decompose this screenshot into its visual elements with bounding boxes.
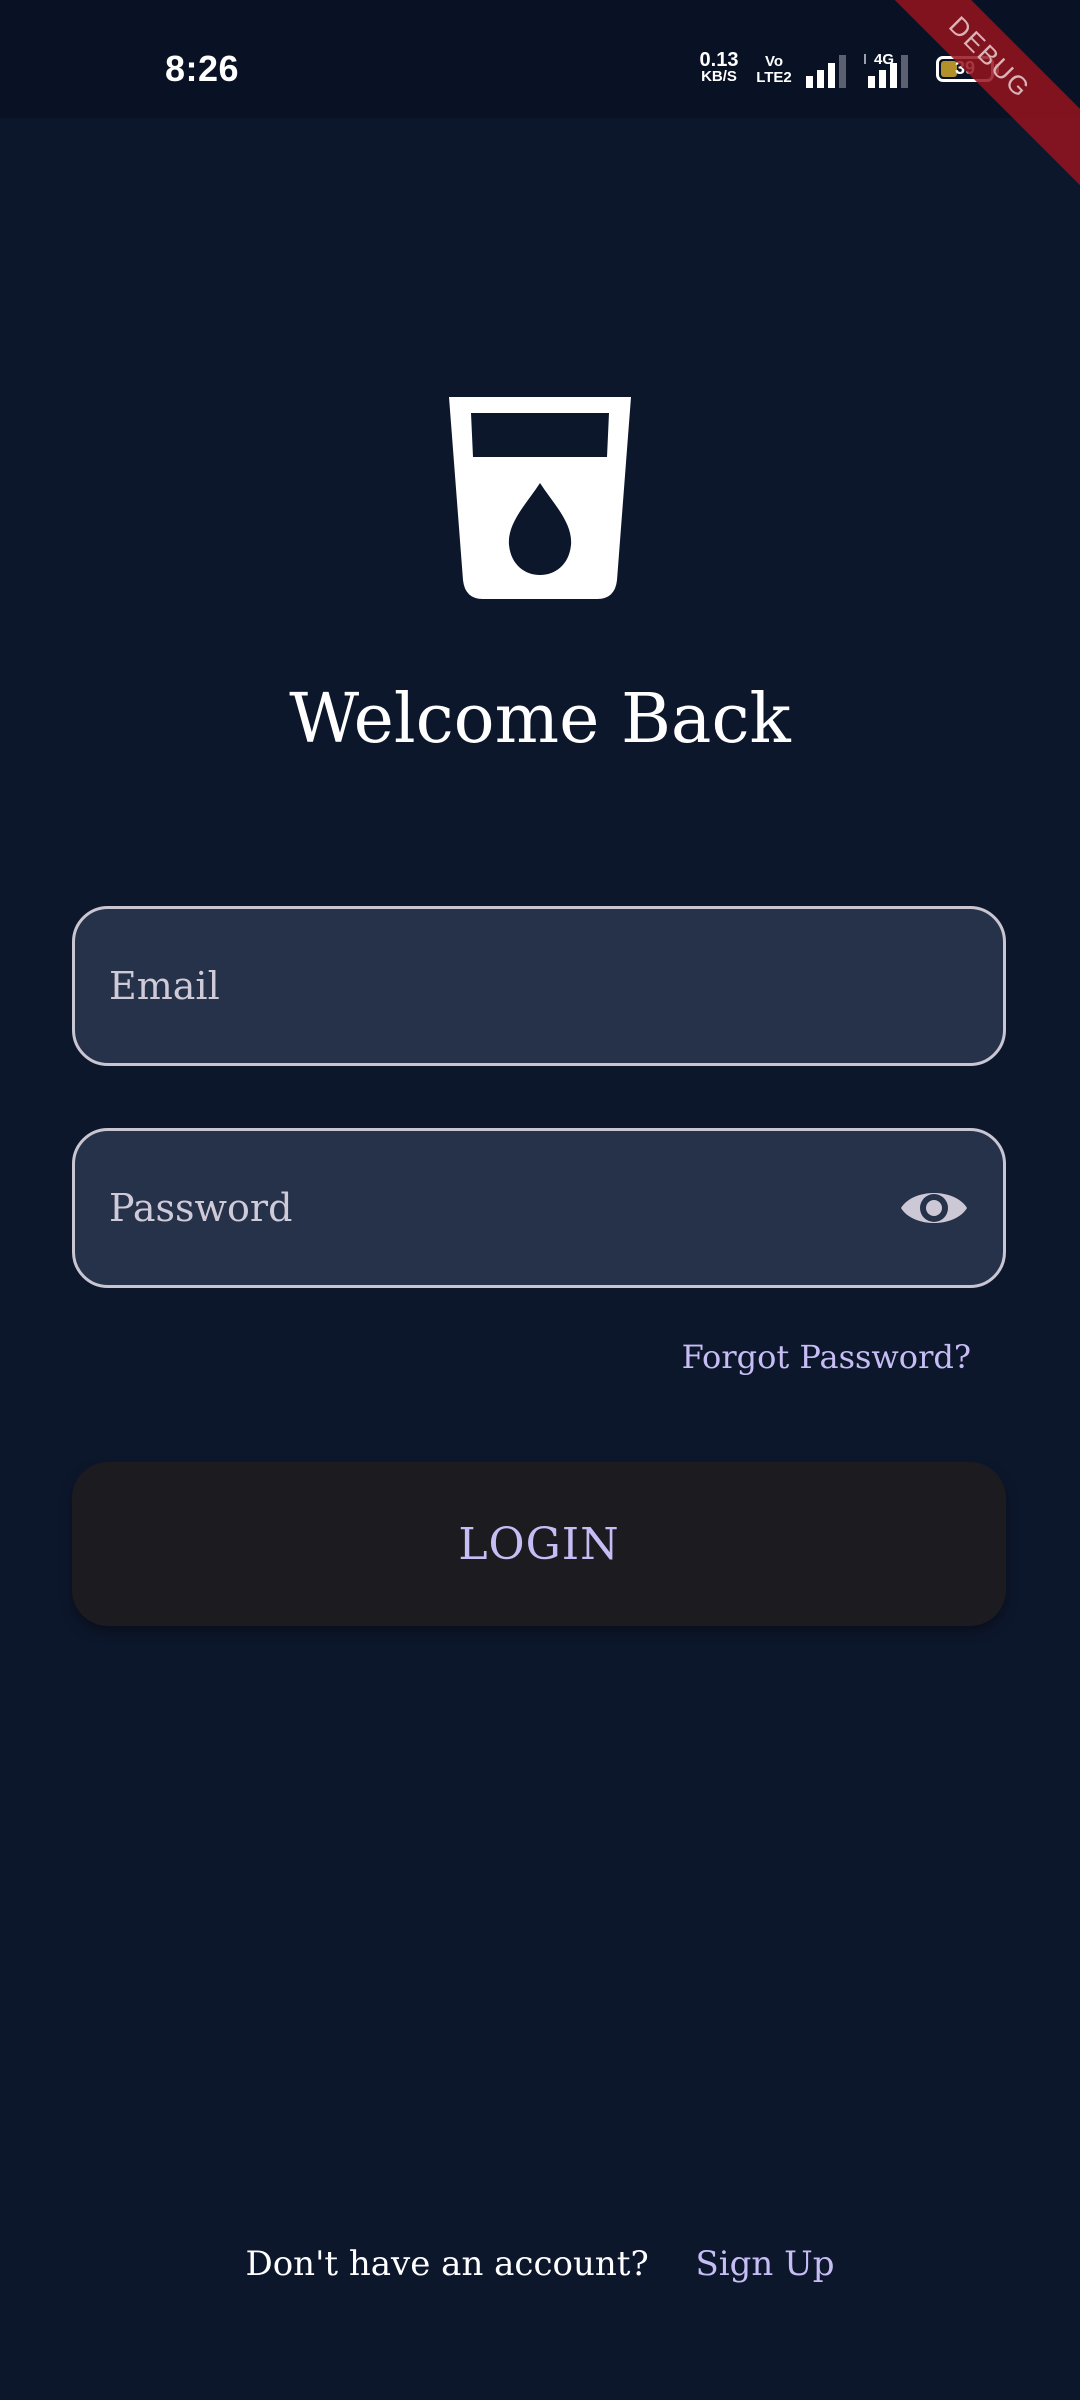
email-field[interactable] xyxy=(72,906,1006,1066)
email-input[interactable] xyxy=(109,909,929,1063)
network-speed: 0.13 KB/S xyxy=(694,50,744,85)
signup-link[interactable]: Sign Up xyxy=(696,2244,835,2284)
network-speed-unit: KB/S xyxy=(701,68,737,85)
login-button[interactable]: LOGIN xyxy=(72,1462,1006,1626)
status-time: 8:26 xyxy=(165,48,240,89)
volte-label-bottom: LTE2 xyxy=(756,69,792,86)
password-field[interactable] xyxy=(72,1128,1006,1288)
water-glass-icon xyxy=(449,397,631,599)
signup-row: Don't have an account? Sign Up xyxy=(0,2244,1080,2284)
signup-prompt: Don't have an account? xyxy=(245,2244,649,2284)
eye-icon[interactable] xyxy=(899,1180,969,1236)
volte-label-top: Vo xyxy=(764,53,784,70)
signal-strength-icon xyxy=(806,55,846,88)
signal-4g-icon: 4G xyxy=(864,51,908,88)
forgot-password-link[interactable]: Forgot Password? xyxy=(682,1338,971,1376)
volte-icon: Vo LTE2 xyxy=(754,54,794,86)
password-input[interactable] xyxy=(109,1131,929,1285)
page-title: Welcome Back xyxy=(289,680,791,759)
